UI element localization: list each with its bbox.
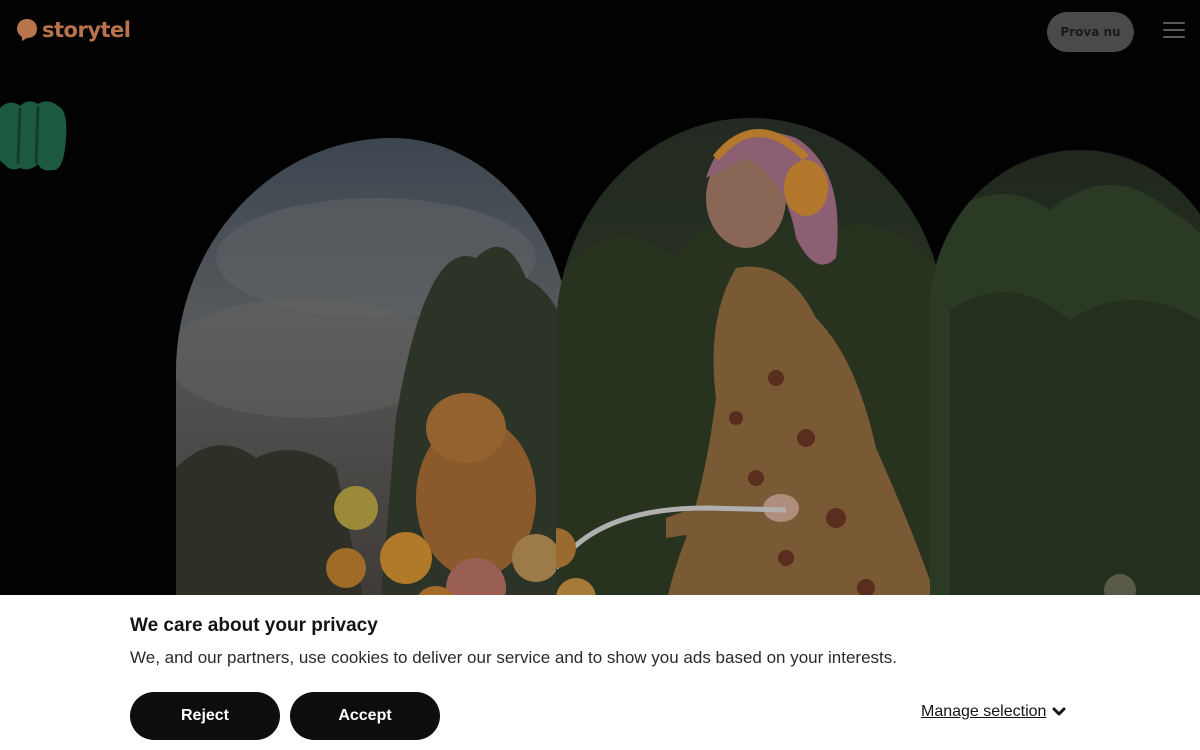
manage-selection-label: Manage selection [921, 703, 1047, 720]
decorative-green-shape [0, 98, 70, 173]
reject-cookies-button[interactable]: Reject [130, 692, 280, 740]
logo-text: storytel [42, 18, 131, 42]
hamburger-menu-icon[interactable] [1163, 22, 1185, 42]
site-header: storytel Prova nu [0, 0, 1200, 64]
chevron-down-icon [1052, 707, 1066, 716]
storytel-logo-icon [17, 19, 37, 41]
hero-image-right-arch [930, 150, 1200, 660]
cookie-banner-text: We, and our partners, use cookies to del… [130, 648, 897, 667]
try-now-button[interactable]: Prova nu [1047, 12, 1134, 52]
hero-image-middle-arch [556, 118, 946, 658]
cookie-banner-title: We care about your privacy [130, 615, 378, 636]
storytel-logo[interactable]: storytel [16, 18, 131, 42]
cookie-consent-banner: We care about your privacy We, and our p… [0, 595, 1200, 750]
manage-selection-link[interactable]: Manage selection [921, 703, 1066, 721]
accept-cookies-button[interactable]: Accept [290, 692, 440, 740]
hero-image-left-arch [176, 138, 572, 658]
page: storytel Prova nu We care about your pri… [0, 0, 1200, 750]
